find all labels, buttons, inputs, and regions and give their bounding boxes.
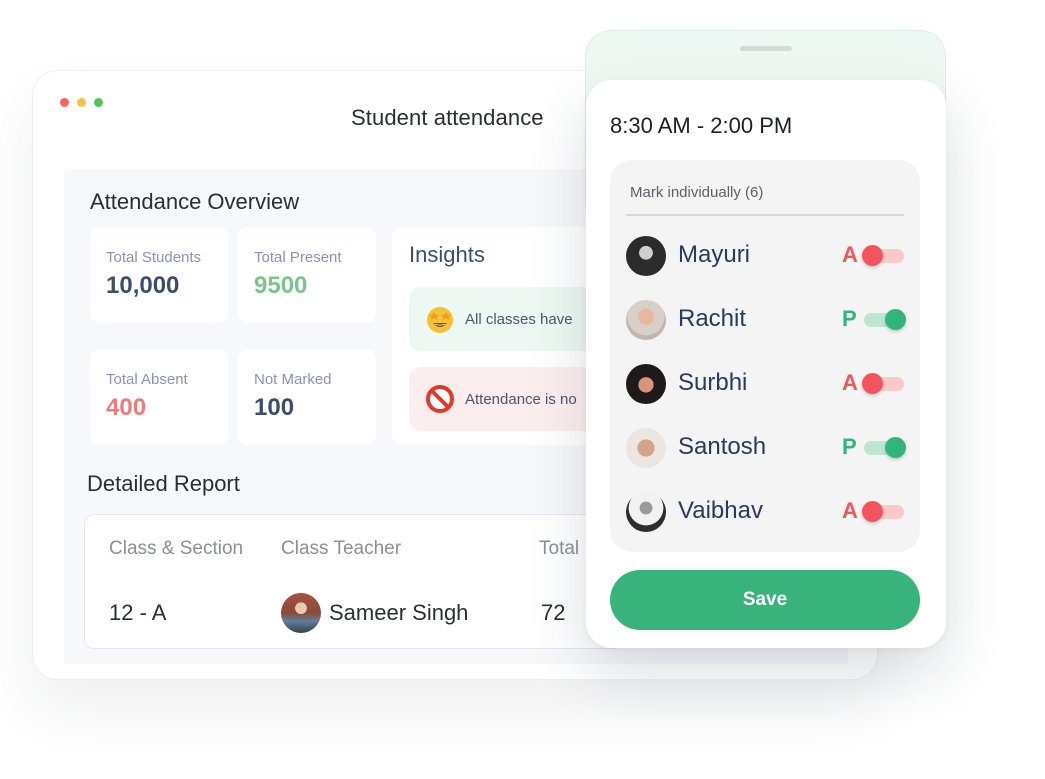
stat-card-total-present: Total Present 9500 xyxy=(238,227,376,323)
attendance-sheet: 8:30 AM - 2:00 PM Mark individually (6) … xyxy=(586,80,946,648)
avatar xyxy=(626,236,666,276)
save-button[interactable]: Save xyxy=(610,570,920,630)
student-name: Rachit xyxy=(678,305,747,332)
student-name: Santosh xyxy=(678,433,767,460)
toggle-knob xyxy=(885,437,906,458)
drag-handle[interactable] xyxy=(740,46,792,51)
cell-class-section: 12 - A xyxy=(109,600,167,625)
stat-label: Not Marked xyxy=(254,371,332,388)
avatar xyxy=(626,428,666,468)
column-header-class-teacher[interactable]: Class Teacher xyxy=(281,538,401,560)
window-title: Student attendance xyxy=(351,105,544,130)
mark-individually-list: Mark individually (6) Mayuri A Rachit P … xyxy=(610,160,920,552)
student-row-surbhi: Surbhi A xyxy=(626,362,904,406)
toggle-knob xyxy=(862,245,883,266)
insight-text: All classes have xyxy=(465,310,573,328)
stat-card-total-absent: Total Absent 400 xyxy=(90,349,228,445)
student-row-mayuri: Mayuri A xyxy=(626,234,904,278)
attendance-toggle[interactable] xyxy=(864,437,906,458)
attendance-toggle[interactable] xyxy=(862,373,904,394)
stat-label: Total Present xyxy=(254,249,342,266)
student-row-santosh: Santosh P xyxy=(626,426,906,470)
time-range: 8:30 AM - 2:00 PM xyxy=(610,113,793,138)
insight-text: Attendance is no xyxy=(465,390,577,408)
toggle-knob xyxy=(885,309,906,330)
avatar xyxy=(626,300,666,340)
student-name: Vaibhav xyxy=(678,497,763,524)
stat-value: 400 xyxy=(106,394,147,421)
student-name: Surbhi xyxy=(678,369,748,396)
cell-total: 72 xyxy=(541,600,566,625)
status-letter: A xyxy=(842,242,858,267)
maximize-window-dot[interactable] xyxy=(94,98,103,107)
stat-value: 10,000 xyxy=(106,272,180,299)
cell-teacher-name: Sameer Singh xyxy=(329,600,469,625)
avatar xyxy=(626,364,666,404)
attendance-toggle[interactable] xyxy=(862,245,904,266)
overview-title: Attendance Overview xyxy=(90,189,300,214)
attendance-toggle[interactable] xyxy=(862,501,904,522)
minimize-window-dot[interactable] xyxy=(77,98,86,107)
column-header-total[interactable]: Total xyxy=(539,538,579,560)
status-letter: A xyxy=(842,370,858,395)
stat-label: Total Absent xyxy=(106,371,188,388)
teacher-avatar xyxy=(281,593,321,633)
student-row-vaibhav: Vaibhav A xyxy=(626,490,904,534)
close-window-dot[interactable] xyxy=(60,98,69,107)
column-header-class-section[interactable]: Class & Section xyxy=(109,538,243,560)
stat-value: 100 xyxy=(254,394,295,421)
divider xyxy=(626,214,904,216)
toggle-knob xyxy=(862,373,883,394)
report-title: Detailed Report xyxy=(87,471,240,496)
student-row-rachit: Rachit P xyxy=(626,298,906,342)
star-struck-emoji-icon xyxy=(425,304,455,334)
window-controls xyxy=(60,98,103,107)
stat-label: Total Students xyxy=(106,249,202,266)
status-letter: A xyxy=(842,498,858,523)
status-letter: P xyxy=(842,434,857,459)
prohibited-icon xyxy=(425,384,455,414)
stat-card-total-students: Total Students 10,000 xyxy=(90,227,228,323)
mark-individually-label: Mark individually (6) xyxy=(630,184,764,201)
toggle-knob xyxy=(862,501,883,522)
avatar xyxy=(626,492,666,532)
status-letter: P xyxy=(842,306,857,331)
stat-card-not-marked: Not Marked 100 xyxy=(238,349,376,445)
attendance-toggle[interactable] xyxy=(864,309,906,330)
insights-title: Insights xyxy=(409,242,485,267)
report-table: Class & Section Class Teacher Total 12 -… xyxy=(84,514,624,649)
stat-value: 9500 xyxy=(254,272,308,299)
student-name: Mayuri xyxy=(678,241,751,268)
